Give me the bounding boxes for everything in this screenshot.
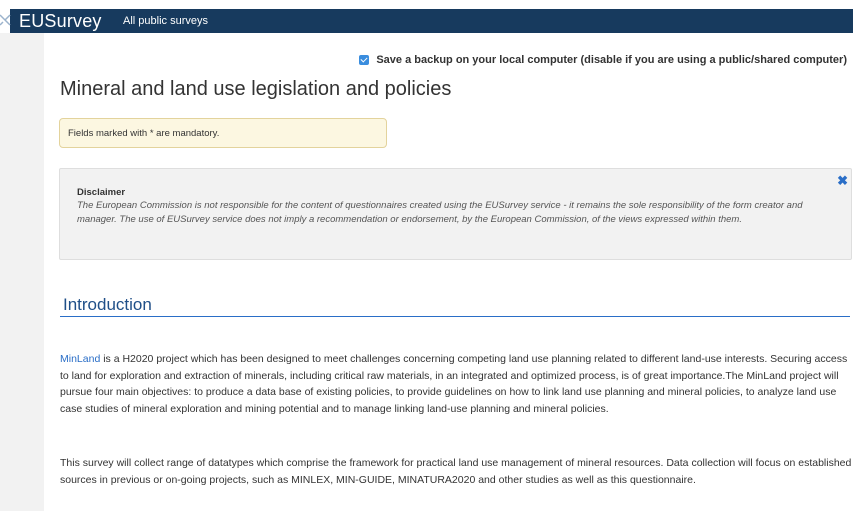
disclaimer-text: The European Commission is not responsib… xyxy=(77,200,803,225)
left-sidebar xyxy=(0,33,44,511)
navbar: EUSurvey All public surveys xyxy=(0,9,853,33)
mandatory-notice: Fields marked with * are mandatory. xyxy=(59,118,387,148)
page-title: Mineral and land use legislation and pol… xyxy=(60,78,452,100)
section-title-introduction: Introduction xyxy=(63,295,152,314)
close-icon[interactable]: ✖ xyxy=(837,173,848,189)
backup-option: Save a backup on your local computer (di… xyxy=(359,54,847,66)
backup-label: Save a backup on your local computer (di… xyxy=(376,54,847,66)
eu-logo-icon xyxy=(0,14,11,26)
intro-paragraph-1: MinLand is a H2020 project which has bee… xyxy=(60,351,852,417)
section-divider xyxy=(60,316,850,317)
eusurvey-logo[interactable]: EUSurvey xyxy=(19,9,102,33)
top-bar: EUSurvey All public surveys xyxy=(0,0,853,33)
minland-link[interactable]: MinLand xyxy=(60,353,100,365)
intro-paragraph-2: This survey will collect range of dataty… xyxy=(60,457,852,486)
disclaimer-title: Disclaimer xyxy=(77,187,126,198)
disclaimer-box: ✖ Disclaimer The European Commission is … xyxy=(59,168,852,260)
main-content: Save a backup on your local computer (di… xyxy=(44,33,853,511)
all-public-surveys-link[interactable]: All public surveys xyxy=(123,9,208,33)
backup-checkbox[interactable] xyxy=(359,55,370,65)
intro-paragraph-1-text: is a H2020 project which has been design… xyxy=(60,353,848,415)
